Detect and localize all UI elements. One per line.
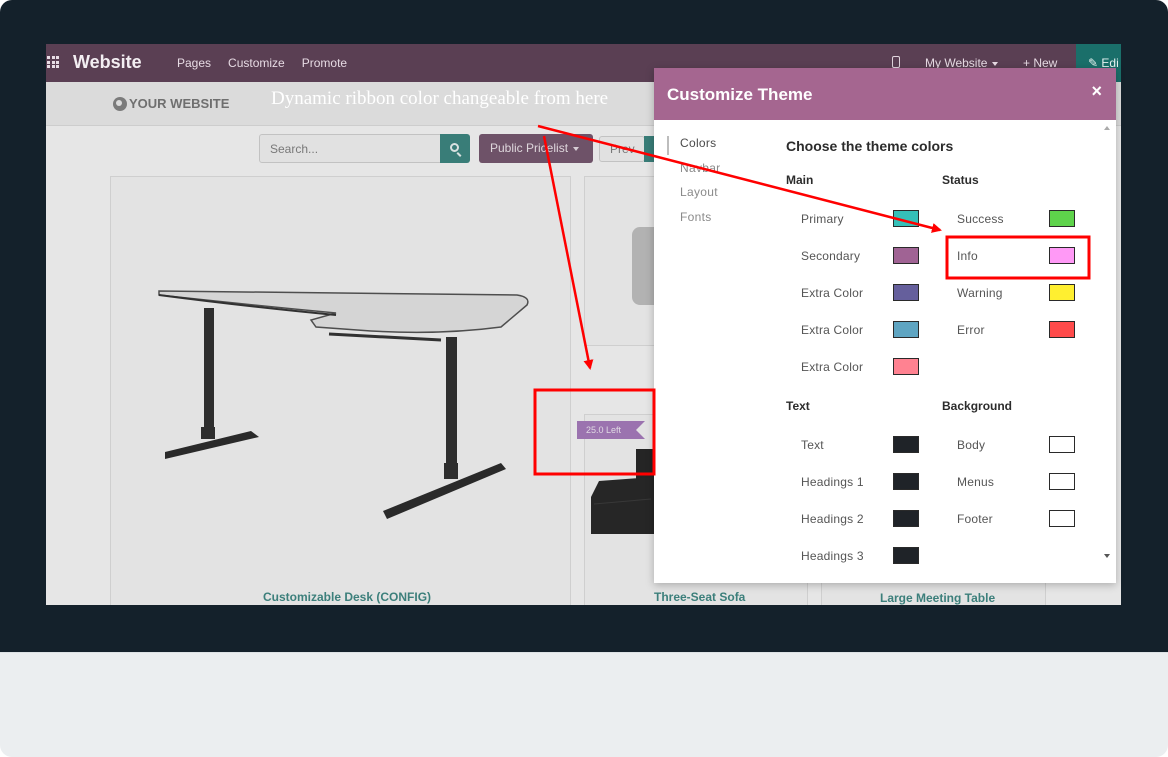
color-swatch-success[interactable] (1049, 210, 1075, 227)
color-label: Extra Color (801, 323, 864, 337)
color-label: Headings 3 (801, 549, 864, 563)
product-title[interactable]: Three-Seat Sofa (654, 590, 745, 604)
tab-navbar[interactable]: Navbar (667, 161, 727, 186)
color-label: Info (957, 249, 978, 263)
menu-promote[interactable]: Promote (302, 56, 347, 70)
customize-theme-dialog: Customize Theme × Colors Navbar Layout F… (654, 68, 1116, 583)
theme-tabs: Colors Navbar Layout Fonts (667, 136, 727, 234)
color-swatch-error[interactable] (1049, 321, 1075, 338)
search-icon (450, 143, 459, 152)
color-swatch-menus[interactable] (1049, 473, 1075, 490)
sofa-image (591, 449, 654, 534)
color-swatch-secondary[interactable] (893, 247, 919, 264)
color-row-extra-3: Extra Color (801, 358, 941, 376)
color-row-headings-2: Headings 2 (801, 510, 941, 528)
pricelist-label: Public Pricelist (490, 141, 569, 155)
logo-text: YOUR WEBSITE (129, 96, 230, 111)
color-row-info: Info (957, 247, 1097, 265)
annotation-caption: Dynamic ribbon color changeable from her… (271, 88, 609, 109)
color-row-headings-1: Headings 1 (801, 473, 941, 491)
color-swatch-headings-2[interactable] (893, 510, 919, 527)
color-swatch-extra-3[interactable] (893, 358, 919, 375)
color-label: Success (957, 212, 1004, 226)
main-heading: Main (786, 173, 814, 187)
device-frame: Website Pages Customize Promote My Websi… (0, 0, 1168, 757)
color-swatch-primary[interactable] (893, 210, 919, 227)
tab-layout[interactable]: Layout (667, 185, 727, 210)
close-button[interactable]: × (1091, 81, 1102, 102)
monitor-chin (0, 652, 1168, 757)
color-label: Footer (957, 512, 993, 526)
globe-icon (113, 96, 127, 111)
color-label: Secondary (801, 249, 861, 263)
app-title: Website (73, 52, 142, 72)
color-swatch-footer[interactable] (1049, 510, 1075, 527)
color-swatch-extra-2[interactable] (893, 321, 919, 338)
text-heading: Text (786, 399, 810, 413)
product-title[interactable]: Large Meeting Table (880, 591, 995, 605)
color-swatch-text[interactable] (893, 436, 919, 453)
website-logo[interactable]: YOUR WEBSITE (113, 96, 229, 111)
color-row-footer: Footer (957, 510, 1097, 528)
color-row-extra-1: Extra Color (801, 284, 941, 302)
search-input[interactable]: Search... (259, 134, 441, 163)
scroll-down-icon[interactable] (1104, 554, 1110, 558)
mobile-preview-icon[interactable] (892, 56, 900, 68)
chevron-down-icon (992, 61, 999, 66)
color-swatch-info[interactable] (1049, 247, 1075, 264)
color-label: Headings 2 (801, 512, 864, 526)
color-label: Headings 1 (801, 475, 864, 489)
color-swatch-extra-1[interactable] (893, 284, 919, 301)
product-ribbon: 25.0 Left (577, 421, 645, 439)
color-swatch-warning[interactable] (1049, 284, 1075, 301)
next-button[interactable] (644, 136, 654, 162)
dialog-body: Colors Navbar Layout Fonts Choose the th… (654, 120, 1116, 583)
tab-colors[interactable]: Colors (667, 136, 727, 155)
dialog-title: Customize Theme (667, 85, 813, 104)
color-swatch-headings-1[interactable] (893, 473, 919, 490)
color-swatch-body[interactable] (1049, 436, 1075, 453)
color-row-success: Success (957, 210, 1097, 228)
color-label: Menus (957, 475, 995, 489)
apps-grid-icon[interactable] (47, 56, 59, 68)
chevron-down-icon (573, 146, 580, 151)
color-swatch-headings-3[interactable] (893, 547, 919, 564)
color-label: Extra Color (801, 360, 864, 374)
color-label: Warning (957, 286, 1003, 300)
tab-fonts[interactable]: Fonts (667, 210, 727, 235)
menu-pages[interactable]: Pages (177, 56, 211, 70)
section-heading: Choose the theme colors (786, 138, 954, 154)
color-row-primary: Primary (801, 210, 941, 228)
desk-image (158, 290, 529, 519)
pricelist-dropdown[interactable]: Public Pricelist (479, 134, 593, 163)
scrollbar[interactable] (1103, 126, 1113, 558)
color-row-extra-2: Extra Color (801, 321, 941, 339)
scroll-up-icon[interactable] (1104, 126, 1110, 130)
color-label: Primary (801, 212, 844, 226)
color-label: Extra Color (801, 286, 864, 300)
main-menu: Pages Customize Promote (177, 56, 347, 70)
color-row-body: Body (957, 436, 1097, 454)
background-heading: Background (942, 399, 1013, 413)
color-row-menus: Menus (957, 473, 1097, 491)
product-title[interactable]: Customizable Desk (CONFIG) (263, 590, 431, 604)
color-label: Error (957, 323, 985, 337)
color-label: Body (957, 438, 986, 452)
color-row-text: Text (801, 436, 941, 454)
color-row-error: Error (957, 321, 1097, 339)
color-row-warning: Warning (957, 284, 1097, 302)
status-heading: Status (942, 173, 979, 187)
color-row-headings-3: Headings 3 (801, 547, 941, 565)
prev-button[interactable]: Prev (599, 136, 645, 162)
product-card[interactable] (110, 176, 571, 605)
dialog-header: Customize Theme × (654, 68, 1116, 120)
color-label: Text (801, 438, 824, 452)
menu-customize[interactable]: Customize (228, 56, 285, 70)
color-row-secondary: Secondary (801, 247, 941, 265)
search-button[interactable] (440, 134, 470, 163)
